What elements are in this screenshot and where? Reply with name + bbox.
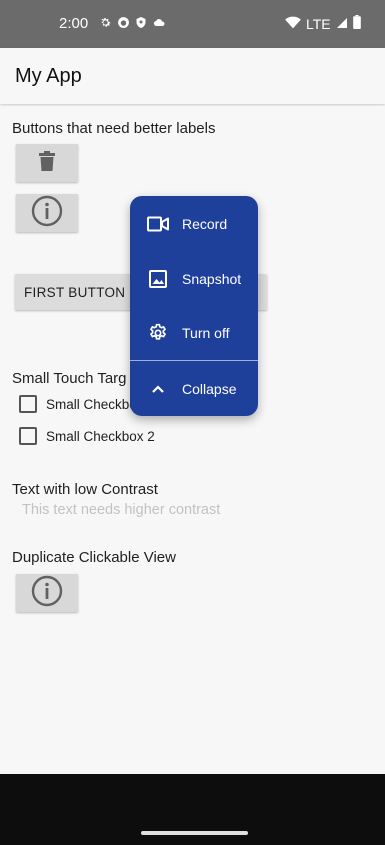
small-checkbox-1[interactable]: Small Checkbo bbox=[19, 395, 137, 413]
status-time: 2:00 bbox=[59, 15, 89, 32]
status-icons-right: LTE bbox=[285, 15, 361, 32]
home-gesture-handle[interactable] bbox=[141, 831, 248, 835]
checkbox-box[interactable] bbox=[19, 395, 37, 413]
info-icon bbox=[31, 195, 63, 232]
settings-icon bbox=[99, 16, 112, 34]
collapse-menu-item[interactable]: Collapse bbox=[130, 369, 258, 409]
section-title-touch: Small Touch Targ bbox=[12, 370, 127, 387]
app-bar: My App bbox=[0, 48, 385, 104]
snapshot-label: Snapshot bbox=[182, 271, 242, 287]
checkbox-box[interactable] bbox=[19, 427, 37, 445]
first-button-label: FIRST BUTTON bbox=[24, 285, 126, 300]
snapshot-menu-item[interactable]: Snapshot bbox=[130, 259, 258, 299]
small-checkbox-2[interactable]: Small Checkbox 2 bbox=[19, 427, 155, 445]
app-icon bbox=[117, 16, 130, 34]
turn-off-menu-item[interactable]: Turn off bbox=[130, 313, 258, 353]
status-bar: 2:00 LTE bbox=[0, 0, 385, 48]
app-title: My App bbox=[15, 65, 82, 87]
navigation-bar bbox=[0, 774, 385, 845]
signal-icon bbox=[336, 16, 348, 32]
info-icon bbox=[31, 575, 63, 612]
wifi-icon bbox=[285, 16, 301, 32]
cloud-icon bbox=[152, 16, 166, 34]
gear-icon bbox=[147, 322, 169, 344]
checkbox-label: Small Checkbox 2 bbox=[46, 428, 155, 444]
delete-button[interactable] bbox=[16, 144, 78, 182]
low-contrast-text: This text needs higher contrast bbox=[22, 502, 221, 518]
section-title-duplicate: Duplicate Clickable View bbox=[12, 549, 176, 566]
info-button[interactable] bbox=[16, 194, 78, 232]
shield-icon bbox=[135, 16, 147, 34]
network-type: LTE bbox=[306, 15, 331, 32]
accessibility-scanner-menu: Record Snapshot Turn off Collapse bbox=[130, 196, 258, 416]
section-title-labels: Buttons that need better labels bbox=[12, 120, 216, 137]
trash-icon bbox=[39, 150, 55, 176]
chevron-up-icon bbox=[147, 378, 169, 400]
checkbox-label: Small Checkbo bbox=[46, 396, 137, 412]
section-title-contrast: Text with low Contrast bbox=[12, 481, 158, 498]
record-label: Record bbox=[182, 216, 228, 232]
turn-off-label: Turn off bbox=[182, 325, 230, 341]
status-icons-left bbox=[99, 16, 166, 34]
video-camera-icon bbox=[147, 213, 169, 235]
collapse-label: Collapse bbox=[182, 381, 237, 397]
duplicate-info-button[interactable] bbox=[16, 574, 78, 612]
image-icon bbox=[147, 268, 169, 290]
battery-icon bbox=[352, 15, 361, 32]
menu-divider bbox=[130, 360, 258, 361]
record-menu-item[interactable]: Record bbox=[130, 204, 258, 244]
